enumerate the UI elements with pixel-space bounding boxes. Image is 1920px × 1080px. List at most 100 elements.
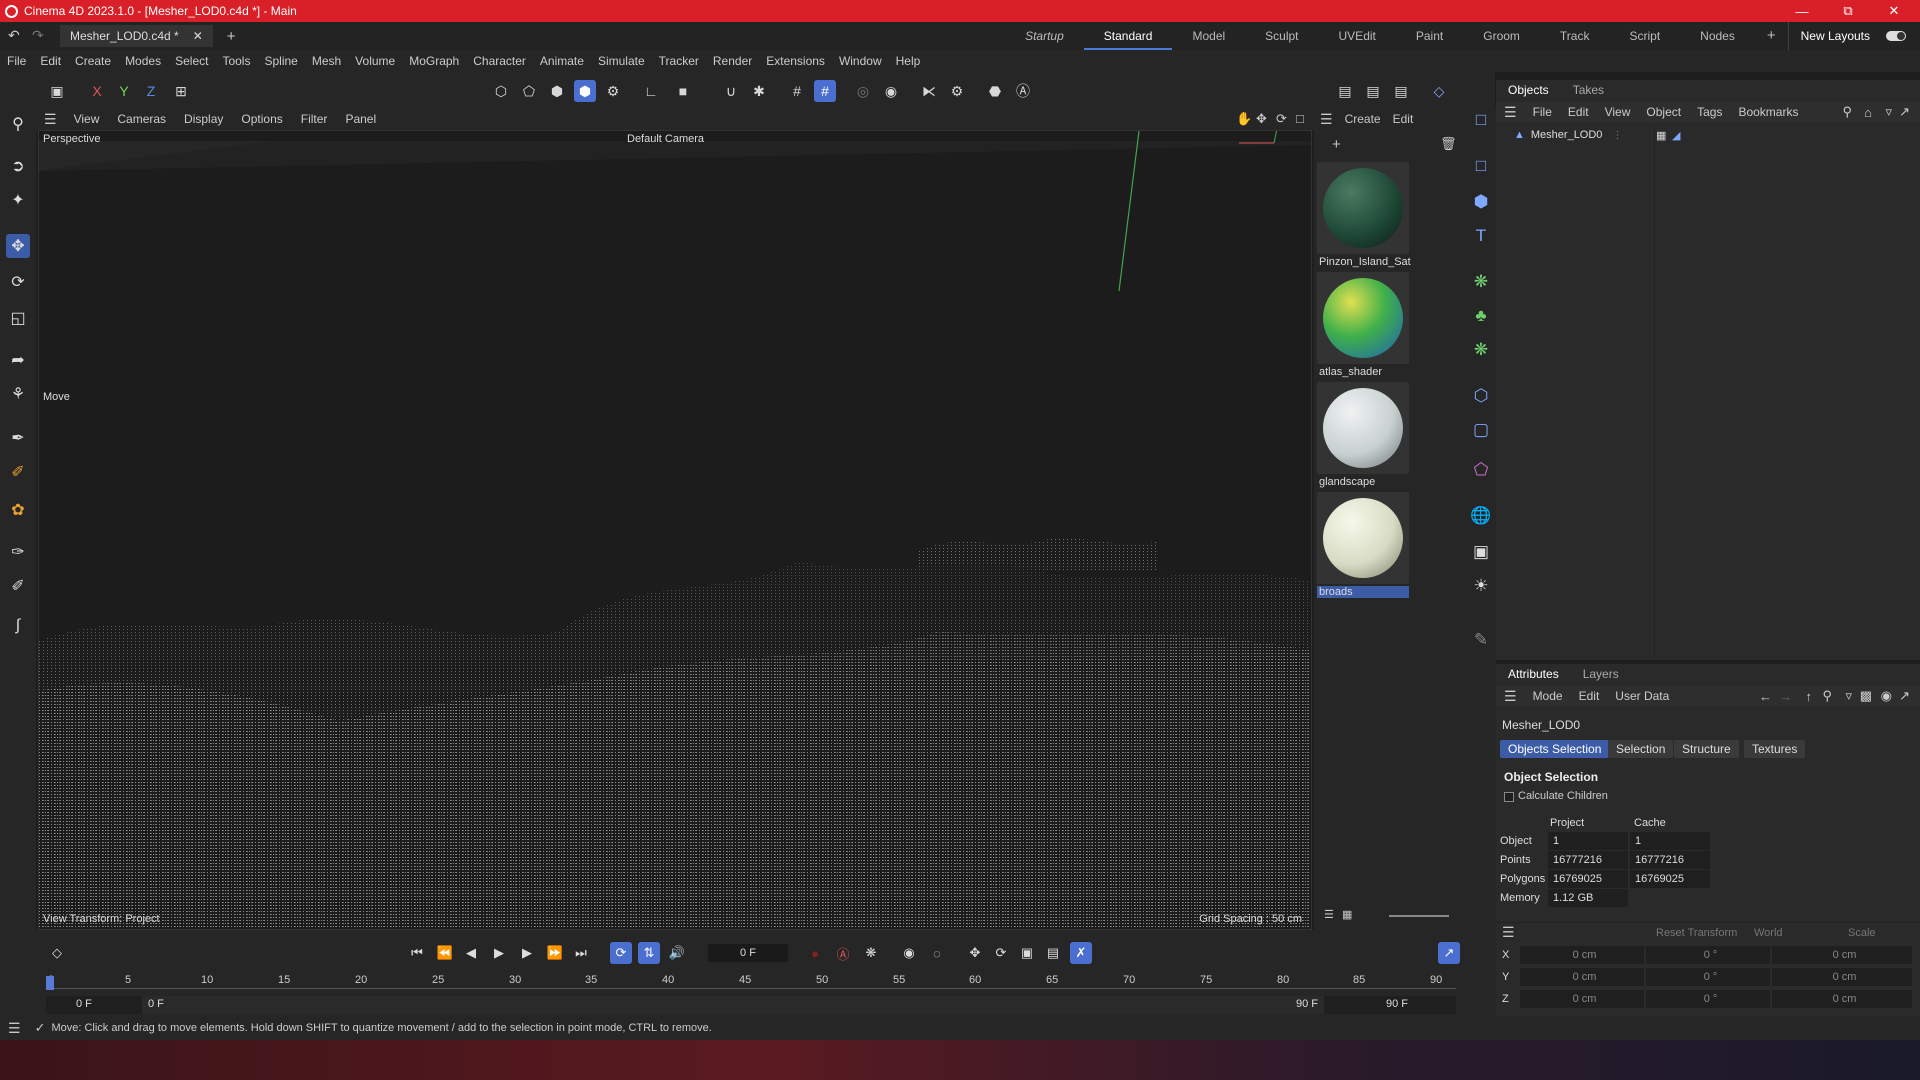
next-frame-icon[interactable]: ▶: [516, 942, 538, 964]
menu-create[interactable]: Create: [68, 54, 118, 68]
polygons-mode-icon[interactable]: ⬢: [546, 80, 568, 102]
lock-icon[interactable]: ⬣: [984, 80, 1006, 102]
record-pla-icon[interactable]: ▣: [1016, 942, 1038, 964]
playback-rate-icon[interactable]: ⇅: [638, 942, 660, 964]
minimize-icon[interactable]: —: [1780, 0, 1824, 22]
new-tab-icon[interactable]: +: [227, 28, 236, 45]
pan-view-icon[interactable]: ✋: [1236, 111, 1252, 127]
position-z-field[interactable]: 0 cm: [1520, 990, 1644, 1008]
select-tool-icon[interactable]: ➲: [6, 154, 30, 178]
tab-attributes[interactable]: Attributes: [1496, 667, 1571, 681]
text-object-icon[interactable]: T: [1469, 224, 1493, 248]
volume-icon[interactable]: ▢: [1469, 418, 1493, 442]
keyframe-diamond-icon[interactable]: ◇: [46, 942, 68, 964]
restore-icon[interactable]: ⧉: [1826, 0, 1870, 22]
undo-icon[interactable]: ↶: [8, 27, 20, 44]
paint-brush-icon[interactable]: ✑: [6, 540, 30, 564]
menu-mesh[interactable]: Mesh: [305, 54, 348, 68]
menu-edit[interactable]: Edit: [33, 54, 68, 68]
material-menu-create[interactable]: Create: [1339, 112, 1387, 126]
eyedropper-icon[interactable]: ✐: [6, 574, 30, 598]
spline-generator-icon[interactable]: ⬠: [1469, 458, 1493, 482]
rotation-z-field[interactable]: 0 °: [1646, 990, 1770, 1008]
edges-mode-icon[interactable]: ⬠: [518, 80, 540, 102]
viewport-camera-label[interactable]: Default Camera: [627, 133, 704, 145]
live-selection-icon[interactable]: ✦: [6, 188, 30, 212]
coordinate-system-icon[interactable]: ⊞: [170, 80, 192, 102]
camera-object-icon[interactable]: ▣: [1469, 540, 1493, 564]
render-picture-viewer-icon[interactable]: ▤: [1362, 80, 1384, 102]
grid-snap-icon[interactable]: #: [786, 80, 808, 102]
edit-render-settings-icon[interactable]: ▤: [1390, 80, 1412, 102]
scale-z-field[interactable]: 0 cm: [1772, 990, 1912, 1008]
model-mode-icon[interactable]: ▣: [46, 80, 68, 102]
status-hamburger-icon[interactable]: ☰: [0, 1020, 29, 1037]
list-view-icon[interactable]: ☰: [1324, 908, 1334, 921]
material-hamburger-icon[interactable]: ☰: [1314, 111, 1339, 128]
tab-objects[interactable]: Objects: [1496, 83, 1561, 97]
knife-tool-icon[interactable]: ∫: [6, 614, 30, 638]
spline-pen-icon[interactable]: ✒: [6, 426, 30, 450]
viewport-hamburger-icon[interactable]: ☰: [36, 111, 65, 128]
layout-startup[interactable]: Startup: [1005, 22, 1084, 50]
record-rotation-icon[interactable]: ◌: [926, 942, 948, 964]
close-tab-icon[interactable]: ✕: [193, 29, 203, 43]
move-tool-icon[interactable]: ✥: [6, 234, 30, 258]
play-icon[interactable]: ▶: [488, 942, 510, 964]
sculpt-brush-icon[interactable]: ✿: [6, 498, 30, 522]
menu-help[interactable]: Help: [889, 54, 928, 68]
spline-draw-icon[interactable]: ✐: [6, 460, 30, 484]
uv-mode-icon[interactable]: ⚙: [602, 80, 624, 102]
menu-extensions[interactable]: Extensions: [759, 54, 832, 68]
modelling-settings-icon[interactable]: ⚙: [946, 80, 968, 102]
viewport-menu-view[interactable]: View: [65, 112, 109, 126]
symmetry-icon[interactable]: ◎: [852, 80, 874, 102]
z-axis-toggle[interactable]: Z: [140, 80, 162, 102]
menu-tracker[interactable]: Tracker: [652, 54, 706, 68]
mirror-icon[interactable]: ⧔: [918, 80, 940, 102]
record-scale-icon[interactable]: ✥: [964, 942, 986, 964]
go-to-end-icon[interactable]: ⏭: [570, 942, 592, 964]
material-glandscape[interactable]: glandscape: [1317, 382, 1409, 490]
field-icon[interactable]: ⬡: [1469, 384, 1493, 408]
menu-modes[interactable]: Modes: [118, 54, 168, 68]
tab-takes[interactable]: Takes: [1561, 83, 1616, 97]
record-position-icon[interactable]: ◉: [898, 942, 920, 964]
subtab-objects-selection[interactable]: Objects Selection: [1500, 740, 1610, 758]
subtab-selection[interactable]: Selection: [1608, 740, 1674, 758]
menu-select[interactable]: Select: [168, 54, 215, 68]
add-layout-icon[interactable]: +: [1755, 22, 1788, 50]
coordinate-mode-dropdown[interactable]: Scale: [1848, 927, 1876, 939]
objects-menu-object[interactable]: Object: [1638, 105, 1689, 119]
layout-sculpt[interactable]: Sculpt: [1245, 22, 1318, 50]
attributes-popout-icon[interactable]: ↗: [1891, 688, 1918, 704]
rotation-y-field[interactable]: 0 °: [1646, 968, 1770, 986]
menu-animate[interactable]: Animate: [533, 54, 591, 68]
auto-keying-icon[interactable]: Ⓐ: [1012, 80, 1034, 102]
phong-tag-icon[interactable]: ◢: [1672, 129, 1680, 142]
objects-menu-bookmarks[interactable]: Bookmarks: [1730, 105, 1806, 119]
preview-size-slider[interactable]: [1389, 915, 1449, 917]
viewport-menu-display[interactable]: Display: [175, 112, 232, 126]
menu-spline[interactable]: Spline: [257, 54, 304, 68]
maximize-view-icon[interactable]: □: [1296, 111, 1304, 126]
dolly-view-icon[interactable]: ✥: [1256, 111, 1267, 127]
layout-model[interactable]: Model: [1172, 22, 1245, 50]
new-layouts-toggle[interactable]: [1886, 31, 1906, 41]
orbit-view-icon[interactable]: ⟳: [1276, 111, 1287, 127]
record-icon[interactable]: ●: [804, 942, 826, 964]
material-broads[interactable]: broads: [1317, 492, 1409, 600]
x-axis-toggle[interactable]: X: [86, 80, 108, 102]
viewport-layout-icon[interactable]: □: [1469, 108, 1493, 132]
attributes-hamburger-icon[interactable]: ☰: [1496, 688, 1525, 705]
deformer-icon[interactable]: ❋: [1469, 338, 1493, 362]
scale-tool-icon[interactable]: ◱: [6, 306, 30, 330]
grid-view-icon[interactable]: ▦: [1342, 908, 1352, 921]
position-x-field[interactable]: 0 cm: [1520, 946, 1644, 964]
light-object-icon[interactable]: ☀: [1469, 574, 1493, 598]
render-view-icon[interactable]: ▤: [1334, 80, 1356, 102]
objects-popout-icon[interactable]: ↗: [1891, 104, 1918, 120]
autokey-icon[interactable]: Ⓐ: [832, 942, 854, 964]
menu-simulate[interactable]: Simulate: [591, 54, 652, 68]
edit-layout-icon[interactable]: ✎: [1469, 628, 1493, 652]
